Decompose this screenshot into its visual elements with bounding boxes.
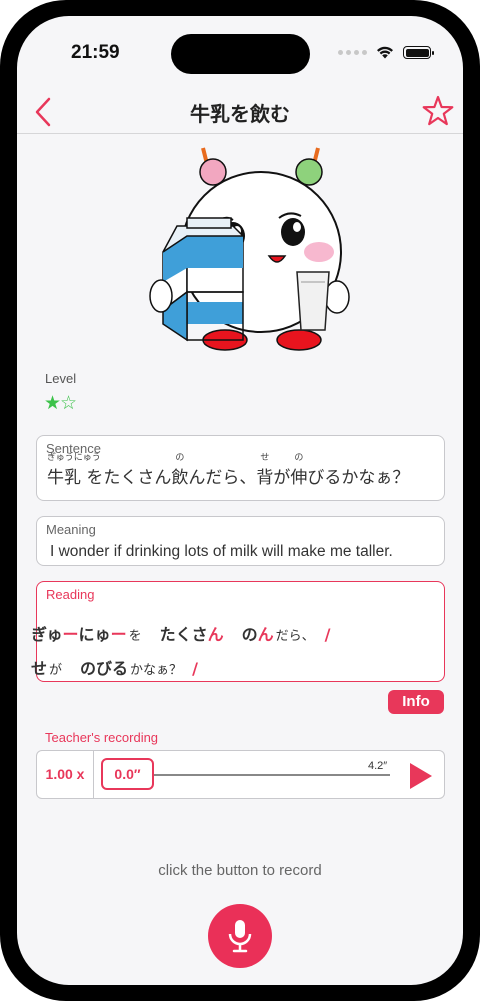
reading-mora-accent: ん	[257, 625, 274, 644]
reading-line-2: せが のびる かなぁ？ /	[31, 655, 198, 679]
record-hint: click the button to record	[158, 862, 322, 879]
star-outline-icon[interactable]	[421, 94, 455, 128]
audio-player: 1.00 x 0.0″ 4.2″	[36, 750, 445, 799]
reading-line-1: ぎゅーにゅーを たくさん のんだら、 /	[31, 621, 331, 645]
reading-particle: かなぁ？	[130, 663, 183, 678]
star-empty-icon: ☆	[60, 392, 77, 414]
status-icons	[338, 46, 434, 59]
sentence-word: の伸	[290, 453, 308, 488]
sentence-kana: びるかなぁ？	[307, 468, 410, 488]
info-button[interactable]: Info	[388, 690, 444, 714]
furigana: の	[294, 453, 304, 463]
page-title: 牛乳を飲む	[190, 102, 290, 126]
reading-label: Reading	[46, 587, 95, 602]
reading-particle: が	[49, 663, 63, 678]
furigana: せ	[260, 453, 270, 463]
reading-mora: ぎゅ	[31, 625, 63, 644]
duration-label: 4.2″	[368, 760, 388, 772]
app-screen: 21:59 牛乳を飲む Level ★☆ Sentence ぎゅうにゅう 牛乳 …	[17, 16, 463, 985]
kanji: 背	[256, 468, 274, 488]
level-label: Level	[45, 371, 77, 386]
reading-mora-accent: ー	[110, 625, 127, 644]
sentence-kana: をたくさん	[81, 468, 172, 488]
device-frame: 21:59 牛乳を飲む Level ★☆ Sentence ぎゅうにゅう 牛乳 …	[0, 0, 480, 1001]
reading-mora-accent: ー	[62, 625, 79, 644]
play-icon[interactable]	[408, 762, 434, 790]
sentence-text: ぎゅうにゅう 牛乳 をたくさん の飲 んだら、 せ背 が の伸 びるかなぁ？	[47, 453, 410, 488]
reading-mora-accent: ん	[207, 625, 224, 644]
reading-particle: だら、	[275, 629, 315, 644]
star-filled-icon: ★	[44, 392, 61, 414]
microphone-icon	[228, 920, 252, 953]
meaning-label: Meaning	[46, 522, 96, 537]
battery-icon	[403, 46, 434, 59]
reading-mora: の	[241, 625, 258, 644]
meaning-card: Meaning I wonder if drinking lots of mil…	[36, 516, 445, 566]
kanji: 牛乳	[47, 468, 81, 488]
sentence-word: の飲	[171, 453, 189, 488]
status-time: 21:59	[71, 42, 120, 63]
kanji: 飲	[171, 468, 189, 488]
sentence-kana: んだら、	[188, 468, 257, 488]
reading-mora: たくさ	[159, 625, 208, 644]
reading-mora: のびる	[80, 659, 129, 678]
playback-speed-button[interactable]: 1.00 x	[37, 751, 94, 798]
record-button[interactable]	[208, 904, 272, 968]
cellular-signal-icon	[338, 50, 367, 55]
sentence-kana: が	[273, 468, 291, 488]
dynamic-island	[171, 34, 310, 74]
mascot-illustration	[149, 147, 350, 351]
level-stars: ★☆	[44, 392, 77, 414]
sentence-word: ぎゅうにゅう 牛乳	[47, 453, 101, 488]
sentence-word: せ背	[256, 453, 274, 488]
wifi-icon	[377, 46, 393, 59]
seek-track[interactable]	[154, 774, 390, 776]
phrase-break: /	[192, 659, 198, 678]
teacher-recording-label: Teacher's recording	[45, 730, 159, 745]
seek-position-handle[interactable]: 0.0″	[101, 758, 154, 790]
sentence-card: Sentence ぎゅうにゅう 牛乳 をたくさん の飲 んだら、 せ背 が の伸 …	[36, 435, 445, 501]
reading-particle: を	[128, 629, 142, 644]
kanji: 伸	[290, 468, 308, 488]
meaning-text: I wonder if drinking lots of milk will m…	[50, 543, 393, 560]
furigana: ぎゅうにゅう	[47, 453, 101, 463]
navigation-bar: 牛乳を飲む	[17, 90, 463, 134]
furigana: の	[175, 453, 185, 463]
reading-mora: せ	[31, 659, 48, 678]
phrase-break: /	[324, 625, 331, 644]
reading-mora: にゅ	[78, 625, 111, 644]
